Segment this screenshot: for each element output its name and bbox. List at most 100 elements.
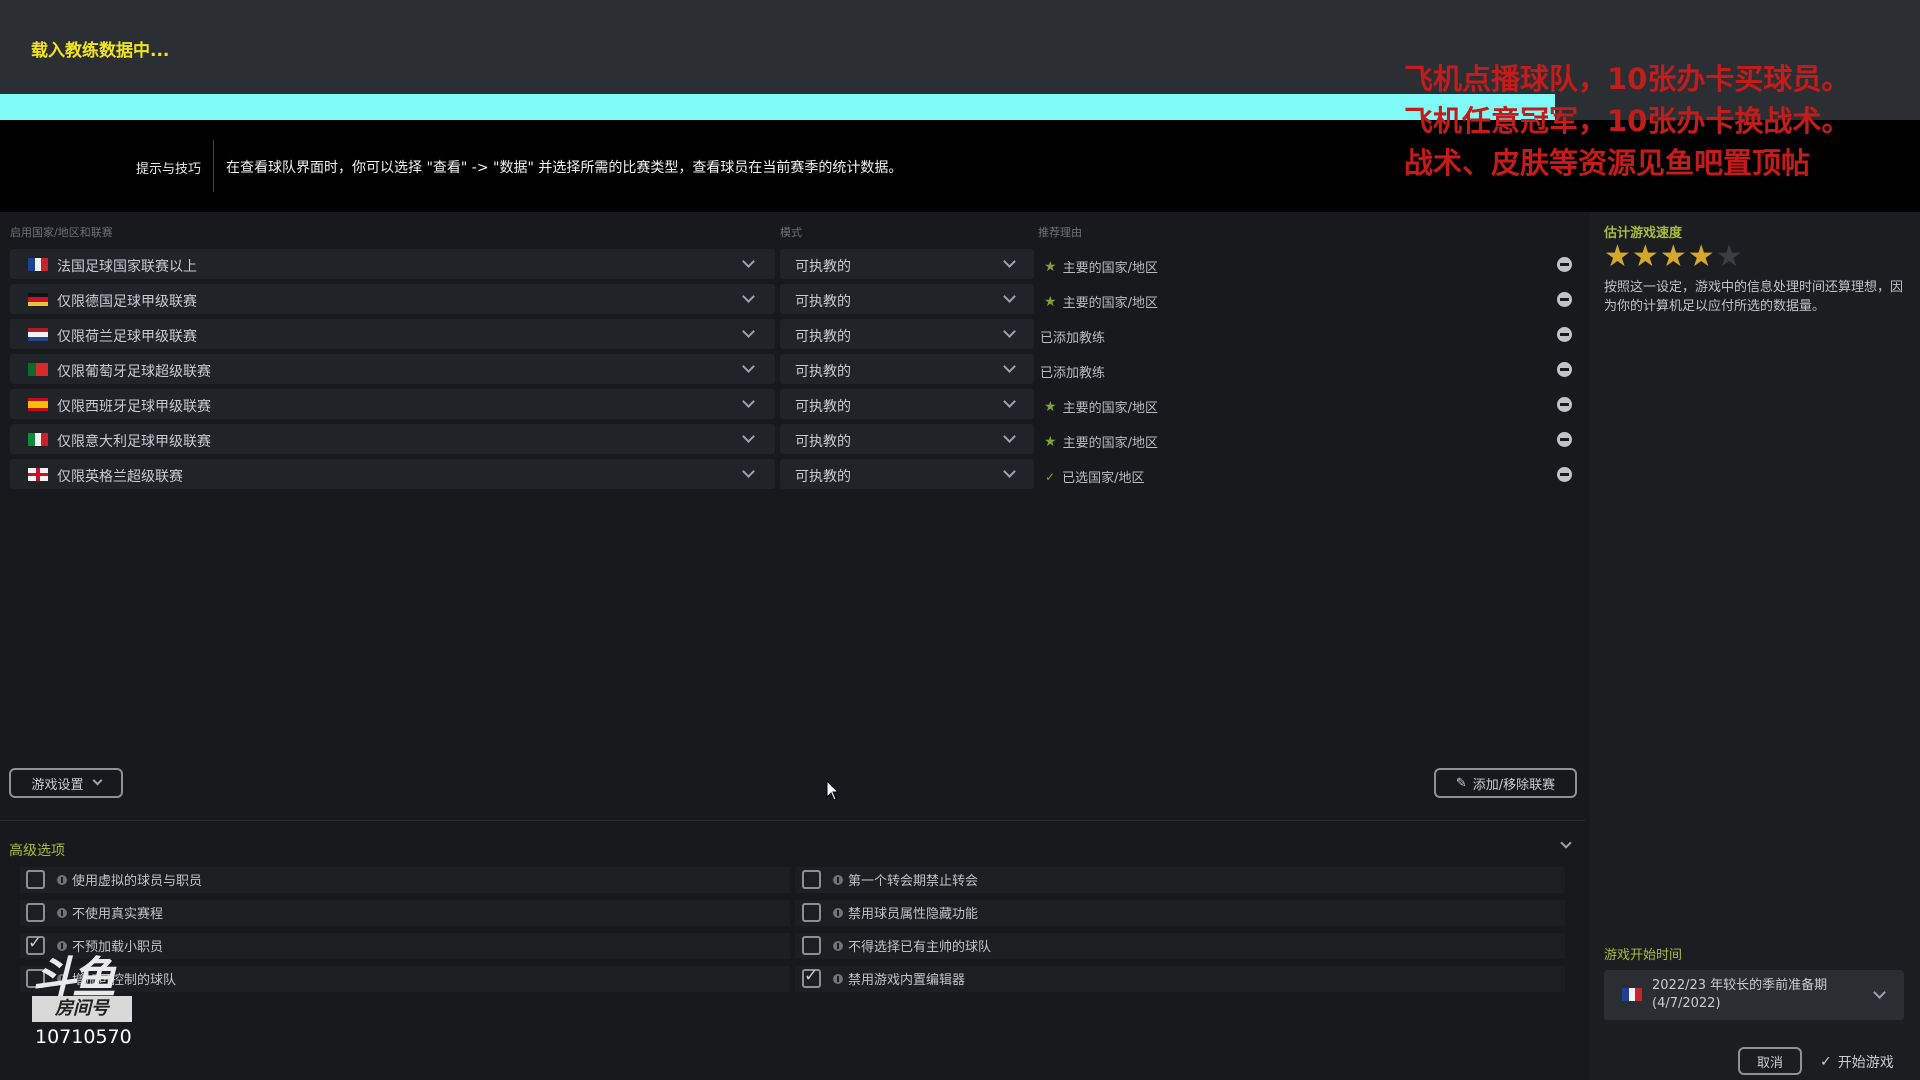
info-icon[interactable] (833, 940, 843, 951)
reason-text: 已添加教练 (1040, 331, 1106, 346)
league-row: 仅限意大利足球甲级联赛 可执教的 ★ 主要的国家/地区 (10, 424, 1580, 454)
mode-select[interactable]: 可执教的 (780, 319, 1034, 349)
league-name: 仅限荷兰足球甲级联赛 (57, 329, 197, 345)
chevron-down-icon (1003, 465, 1016, 478)
recommendation-reason: ★ 主要的国家/地区 (1040, 397, 1158, 417)
chevron-down-icon (92, 775, 102, 786)
remove-league-icon[interactable] (1557, 467, 1572, 482)
star-filled-icon: ★ (1659, 239, 1687, 274)
mouse-cursor-icon (826, 780, 840, 801)
remove-league-icon[interactable] (1557, 432, 1572, 447)
advanced-option[interactable]: 不使用真实赛程 (26, 903, 163, 922)
league-row: 仅限英格兰超级联赛 可执教的 ✓ 已选国家/地区 (10, 459, 1580, 489)
recommendation-reason: ✓ 已选国家/地区 (1040, 467, 1145, 487)
chevron-down-icon (1873, 986, 1886, 999)
recommendation-reason: 已添加教练 (1040, 327, 1105, 346)
advanced-option[interactable]: 禁用游戏内置编辑器 (802, 966, 966, 988)
remove-league-icon[interactable] (1557, 362, 1572, 377)
star-filled-icon: ★ (1604, 239, 1631, 274)
league-select[interactable]: 法国足球国家联赛以上 (10, 249, 775, 279)
start-date-line-1: 2022/23 年较长的季前准备期 (1652, 978, 1828, 993)
mode-select[interactable]: 可执教的 (780, 249, 1034, 279)
league-row: 法国足球国家联赛以上 可执教的 ★ 主要的国家/地区 (10, 249, 1580, 279)
add-remove-league-button[interactable]: ✎ 添加/移除联赛 (1434, 768, 1577, 798)
start-date-select[interactable]: 2022/23 年较长的季前准备期 (4/7/2022) (1604, 970, 1904, 1020)
league-select[interactable]: 仅限西班牙足球甲级联赛 (10, 389, 775, 419)
recommendation-reason: 已添加教练 (1040, 362, 1105, 381)
mode-value: 可执教的 (795, 469, 851, 485)
option-checkbox[interactable] (802, 903, 821, 922)
overlay-line: 飞机任意冠军，10张办卡换战术。 (1404, 104, 1851, 138)
mode-select[interactable]: 可执教的 (780, 284, 1034, 314)
remove-league-icon[interactable] (1557, 257, 1572, 272)
star-icon: ★ (1044, 258, 1057, 275)
league-select[interactable]: 仅限葡萄牙足球超级联赛 (10, 354, 775, 384)
league-row: 仅限西班牙足球甲级联赛 可执教的 ★ 主要的国家/地区 (10, 389, 1580, 419)
chevron-down-icon (742, 465, 755, 478)
mode-value: 可执教的 (795, 434, 851, 450)
advanced-option[interactable]: 第一个转会期禁止转会 (802, 870, 978, 889)
option-checkbox[interactable] (802, 870, 821, 889)
advanced-option[interactable]: 不得选择已有主帅的球队 (802, 936, 991, 955)
chevron-down-icon (742, 325, 755, 338)
info-icon[interactable] (57, 874, 67, 885)
advanced-option[interactable]: 使用虚拟的球员与职员 (26, 870, 202, 889)
chevron-down-icon (742, 395, 755, 408)
option-checkbox[interactable] (802, 936, 821, 955)
section-divider (0, 820, 1585, 821)
mode-select[interactable]: 可执教的 (780, 389, 1034, 419)
mode-value: 可执教的 (795, 329, 851, 345)
advanced-option[interactable]: 禁用球员属性隐藏功能 (802, 903, 978, 922)
option-label: 禁用游戏内置编辑器 (848, 973, 966, 988)
room-label: 房间号 (32, 996, 132, 1022)
remove-league-icon[interactable] (1557, 397, 1572, 412)
league-select[interactable]: 仅限荷兰足球甲级联赛 (10, 319, 775, 349)
option-checkbox[interactable] (26, 870, 45, 889)
option-label: 禁用球员属性隐藏功能 (848, 907, 979, 922)
chevron-down-icon (1003, 325, 1016, 338)
pt-flag-icon (28, 363, 48, 376)
overlay-line: 战术、皮肤等资源见鱼吧置顶帖 (1404, 146, 1811, 180)
star-icon: ★ (1044, 398, 1057, 415)
column-header-mode: 模式 (780, 226, 802, 239)
league-name: 仅限意大利足球甲级联赛 (57, 434, 211, 450)
chevron-down-icon (1003, 360, 1016, 373)
collapse-chevron-icon[interactable] (1560, 837, 1572, 849)
tips-text: 在查看球队界面时，你可以选择 "查看" -> "数据" 并选择所需的比赛类型，查… (226, 160, 903, 176)
star-icon: ★ (1044, 293, 1057, 310)
league-select[interactable]: 仅限德国足球甲级联赛 (10, 284, 775, 314)
remove-league-icon[interactable] (1557, 327, 1572, 342)
mode-select[interactable]: 可执教的 (780, 459, 1034, 489)
star-icon: ★ (1044, 433, 1057, 450)
info-icon[interactable] (833, 907, 843, 918)
reason-text: 已选国家/地区 (1062, 471, 1145, 486)
league-name: 仅限葡萄牙足球超级联赛 (57, 364, 211, 380)
start-date-line-2: (4/7/2022) (1652, 996, 1721, 1011)
star-empty-icon: ★ (1715, 239, 1743, 274)
chevron-down-icon (742, 430, 755, 443)
column-header-reason: 推荐理由 (1038, 226, 1082, 239)
info-icon[interactable] (833, 973, 843, 984)
douyu-watermark: 斗鱼 房间号 10710570 (28, 942, 138, 1052)
mode-select[interactable]: 可执教的 (780, 354, 1034, 384)
game-speed-rating: ★ ★ ★ ★ ★ (1604, 242, 1744, 272)
league-name: 仅限西班牙足球甲级联赛 (57, 399, 211, 415)
league-select[interactable]: 仅限意大利足球甲级联赛 (10, 424, 775, 454)
mode-select[interactable]: 可执教的 (780, 424, 1034, 454)
option-checkbox[interactable] (26, 903, 45, 922)
start-game-button[interactable]: ✓ 开始游戏 (1820, 1050, 1894, 1074)
league-select[interactable]: 仅限英格兰超级联赛 (10, 459, 775, 489)
remove-league-icon[interactable] (1557, 292, 1572, 307)
cancel-button[interactable]: 取消 (1738, 1047, 1802, 1075)
game-settings-button[interactable]: 游戏设置 (9, 768, 123, 798)
es-flag-icon (28, 398, 48, 411)
option-label: 第一个转会期禁止转会 (848, 874, 979, 889)
info-icon[interactable] (833, 874, 843, 885)
game-speed-description: 按照这一设定，游戏中的信息处理时间还算理想，因为你的计算机足以应付所选的数据量。 (1604, 280, 1904, 314)
de-flag-icon (28, 293, 48, 306)
advanced-options-title[interactable]: 高级选项 (9, 840, 65, 860)
league-row: 仅限德国足球甲级联赛 可执教的 ★ 主要的国家/地区 (10, 284, 1580, 314)
option-checkbox[interactable] (802, 966, 821, 988)
info-icon[interactable] (57, 907, 67, 918)
start-date-value: 2022/23 年较长的季前准备期 (4/7/2022) (1652, 977, 1827, 1013)
